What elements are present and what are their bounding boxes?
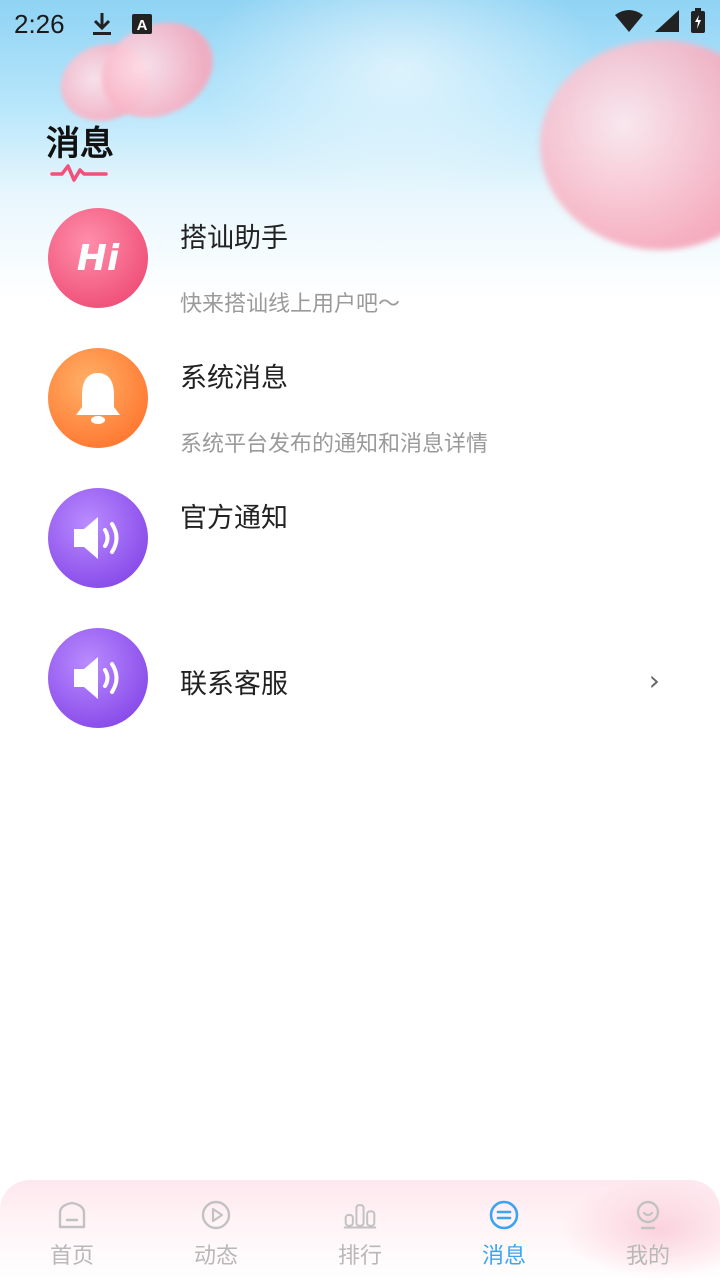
bottom-nav: 首页 动态 排行 消息 我的	[0, 1180, 720, 1280]
tab-ranking[interactable]: 排行	[288, 1180, 432, 1280]
status-right-icons	[614, 7, 706, 41]
tab-label: 消息	[481, 1244, 526, 1269]
svg-text:A: A	[136, 17, 147, 34]
item-title: 联系客服	[180, 669, 288, 700]
chevron-right-icon: ›	[648, 664, 660, 697]
signal-icon	[654, 9, 680, 40]
item-subtitle: 系统平台发布的通知和消息详情	[180, 432, 489, 457]
list-item-contact-support[interactable]: 联系客服 ›	[0, 628, 720, 738]
download-icon	[91, 11, 113, 37]
play-icon	[199, 1198, 233, 1232]
profile-icon	[631, 1198, 665, 1232]
list-item-official-notice[interactable]: 官方通知	[0, 488, 720, 598]
tab-feed[interactable]: 动态	[144, 1180, 288, 1280]
status-bar: 2:26 A	[0, 0, 720, 48]
home-icon	[55, 1198, 89, 1232]
speaker-icon	[48, 488, 148, 588]
item-title: 官方通知	[180, 503, 288, 534]
ranking-icon	[343, 1198, 377, 1232]
wifi-icon	[614, 9, 644, 40]
item-title: 搭讪助手	[180, 223, 288, 254]
status-time: 2:26	[14, 8, 65, 39]
hi-icon: Hi	[48, 208, 148, 308]
item-subtitle: 快来搭讪线上用户吧～	[180, 292, 401, 317]
hi-icon-text: Hi	[76, 237, 120, 279]
speaker-icon	[48, 628, 148, 728]
a-notification-icon: A	[131, 13, 153, 35]
message-icon	[487, 1198, 521, 1232]
list-item-system-messages[interactable]: 系统消息 系统平台发布的通知和消息详情	[0, 348, 720, 458]
tab-label: 我的	[625, 1244, 670, 1269]
tab-home[interactable]: 首页	[0, 1180, 144, 1280]
list-item-greeting-assistant[interactable]: Hi 搭讪助手 快来搭讪线上用户吧～	[0, 208, 720, 318]
tab-messages[interactable]: 消息	[432, 1180, 576, 1280]
tab-label: 排行	[337, 1244, 382, 1269]
page-title: 消息	[46, 124, 114, 164]
bell-icon	[48, 348, 148, 448]
tab-label: 动态	[193, 1244, 238, 1269]
title-underline-squiggle	[50, 164, 108, 182]
tab-profile[interactable]: 我的	[576, 1180, 720, 1280]
tab-label: 首页	[49, 1244, 94, 1269]
item-title: 系统消息	[180, 363, 288, 394]
battery-icon	[690, 7, 706, 41]
